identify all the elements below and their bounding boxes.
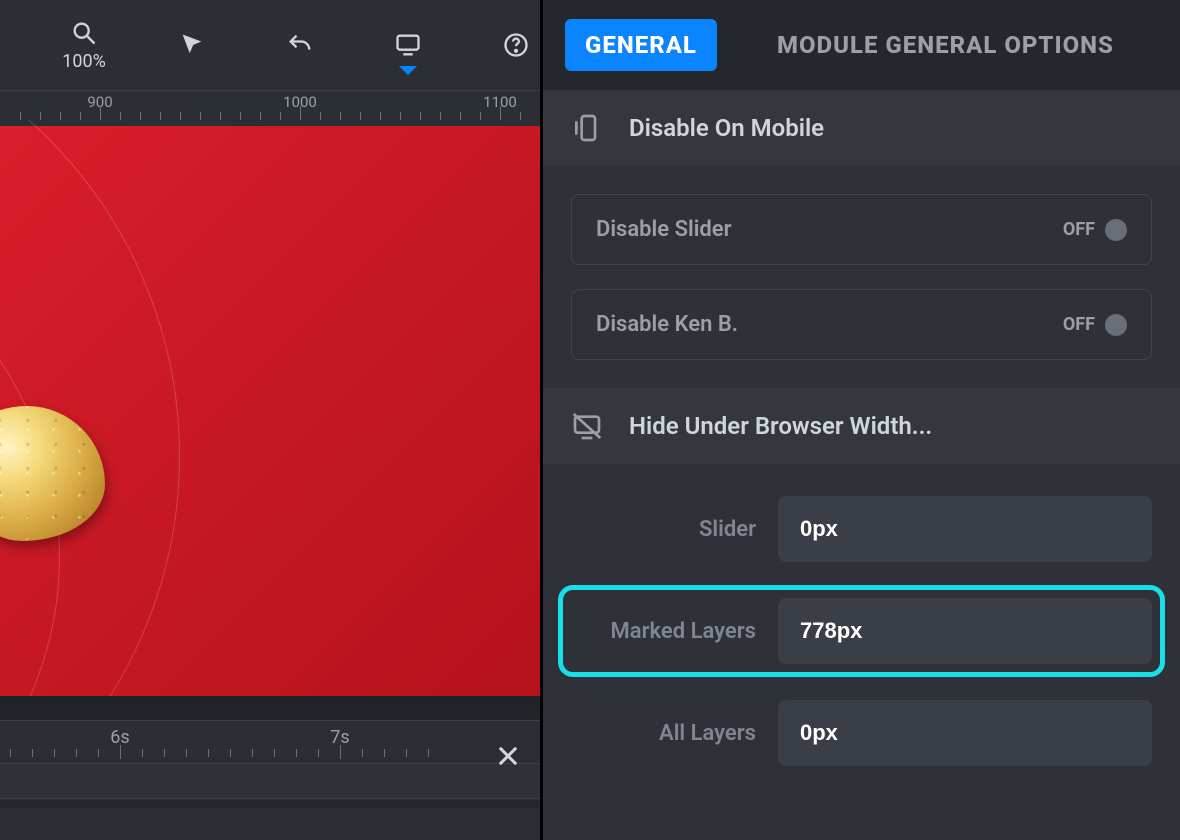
slide-canvas[interactable]: ness bbox=[0, 126, 540, 696]
toggle-disable-slider[interactable]: OFF bbox=[1063, 219, 1127, 241]
toggle-label: Disable Slider bbox=[596, 217, 732, 242]
magnifier-icon bbox=[70, 19, 98, 47]
screen-off-icon bbox=[571, 410, 603, 442]
editor-canvas-area: 100% 900 1000 1100 ne bbox=[0, 0, 540, 840]
row-disable-kenb: Disable Ken B. OFF bbox=[571, 289, 1152, 360]
input-label: Marked Layers bbox=[571, 619, 756, 644]
input-all-layers-width[interactable] bbox=[778, 700, 1152, 766]
zoom-tool[interactable]: 100% bbox=[60, 19, 108, 72]
toggle-knob bbox=[1105, 314, 1127, 336]
row-disable-slider: Disable Slider OFF bbox=[571, 194, 1152, 265]
chip-image[interactable] bbox=[0, 406, 105, 541]
cursor-icon bbox=[178, 31, 206, 59]
row-all-layers-width: All Layers bbox=[571, 696, 1152, 770]
zoom-level: 100% bbox=[62, 51, 106, 72]
help-icon bbox=[502, 31, 530, 59]
undo-tool[interactable] bbox=[276, 31, 324, 59]
timeline-panel: 6s 7s bbox=[0, 720, 540, 840]
input-slider-width[interactable] bbox=[778, 496, 1152, 562]
ruler-horizontal: 900 1000 1100 bbox=[0, 90, 540, 120]
select-tool[interactable] bbox=[168, 31, 216, 59]
monitor-icon bbox=[394, 31, 422, 59]
timeline-track[interactable] bbox=[0, 763, 540, 799]
input-marked-layers-width[interactable] bbox=[778, 598, 1152, 664]
toggle-state: OFF bbox=[1063, 314, 1095, 335]
mobile-lock-icon bbox=[571, 112, 603, 144]
timeline-ruler[interactable]: 6s 7s bbox=[0, 721, 540, 755]
section-disable-on-mobile[interactable]: Disable On Mobile bbox=[543, 90, 1180, 166]
row-slider-width: Slider bbox=[571, 492, 1152, 566]
section-title: Hide Under Browser Width... bbox=[629, 412, 932, 440]
editor-toolbar: 100% bbox=[0, 0, 540, 90]
mobile-group: Disable Slider OFF Disable Ken B. OFF bbox=[543, 166, 1180, 388]
undo-icon bbox=[286, 31, 314, 59]
timeline-close-button[interactable] bbox=[494, 739, 522, 779]
input-label: Slider bbox=[571, 517, 756, 542]
toggle-state: OFF bbox=[1063, 219, 1095, 240]
hide-width-group: Slider Marked Layers All Layers bbox=[543, 464, 1180, 798]
close-icon bbox=[494, 742, 522, 770]
toggle-label: Disable Ken B. bbox=[596, 312, 738, 337]
input-label: All Layers bbox=[571, 721, 756, 746]
section-hide-under-width[interactable]: Hide Under Browser Width... bbox=[543, 388, 1180, 464]
section-title: Disable On Mobile bbox=[629, 114, 824, 142]
tab-general[interactable]: GENERAL bbox=[565, 19, 717, 71]
row-marked-layers-width: Marked Layers bbox=[563, 590, 1160, 672]
device-preview-tool[interactable] bbox=[384, 31, 432, 59]
toggle-disable-kenb[interactable]: OFF bbox=[1063, 314, 1127, 336]
toggle-knob bbox=[1105, 219, 1127, 241]
panel-tabs: GENERAL MODULE GENERAL OPTIONS bbox=[543, 0, 1180, 90]
settings-panel: GENERAL MODULE GENERAL OPTIONS Disable O… bbox=[540, 0, 1180, 840]
help-tool[interactable] bbox=[492, 31, 540, 59]
tab-module-general-options[interactable]: MODULE GENERAL OPTIONS bbox=[777, 31, 1114, 59]
